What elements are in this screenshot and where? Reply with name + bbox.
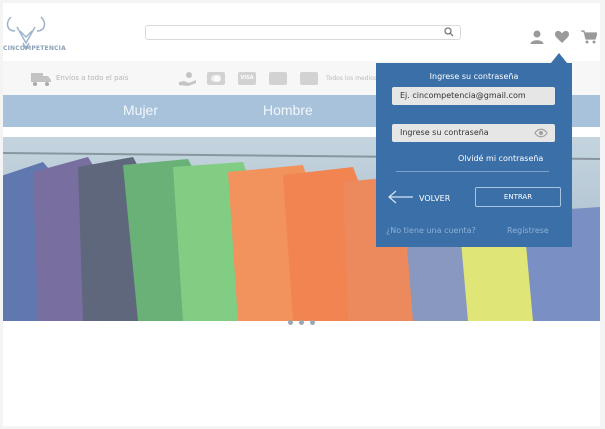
- password-placeholder: Ingrese su contraseña: [400, 128, 489, 137]
- amex-icon: [269, 72, 287, 85]
- truck-icon: [31, 73, 51, 86]
- logo-text: CINCOMPETENCIA: [3, 45, 66, 52]
- email-field[interactable]: Ej. cincompetencia@gmail.com: [392, 87, 555, 105]
- nav-item-hombre[interactable]: Hombre: [263, 102, 313, 118]
- visa-icon: VISA: [238, 72, 256, 85]
- login-title: Ingrese su contraseña: [429, 72, 519, 81]
- carousel-dot[interactable]: [299, 320, 304, 325]
- search-input[interactable]: [145, 25, 461, 40]
- no-account-text: ¿No tiene una cuenta?: [386, 226, 476, 235]
- eye-icon[interactable]: [534, 128, 548, 138]
- hand-coin-icon: [179, 72, 196, 86]
- modal-notch: [551, 53, 567, 63]
- carousel-dot[interactable]: [310, 320, 315, 325]
- cart-icon[interactable]: [581, 29, 597, 45]
- paypal-icon: [300, 72, 318, 85]
- back-arrow-icon[interactable]: [384, 189, 414, 205]
- nav-item-mujer[interactable]: Mujer: [123, 102, 158, 118]
- heart-icon[interactable]: [554, 29, 570, 45]
- page: CINCOMPETENCIA Envíos a todo el país VIS…: [3, 3, 600, 426]
- carousel-dot[interactable]: [288, 320, 293, 325]
- shipping-text: Envíos a todo el país: [56, 74, 129, 82]
- carousel-dots: [288, 310, 321, 329]
- back-button[interactable]: VOLVER: [419, 194, 450, 203]
- search-icon[interactable]: [444, 27, 454, 37]
- register-link[interactable]: Regístrese: [507, 226, 549, 235]
- mastercard-icon: [207, 72, 225, 85]
- forgot-password-link[interactable]: Olvidé mi contraseña: [458, 154, 543, 163]
- password-field[interactable]: Ingrese su contraseña: [392, 124, 555, 142]
- enter-button[interactable]: ENTRAR: [475, 187, 561, 207]
- user-icon[interactable]: [529, 29, 545, 45]
- divider: [396, 171, 549, 172]
